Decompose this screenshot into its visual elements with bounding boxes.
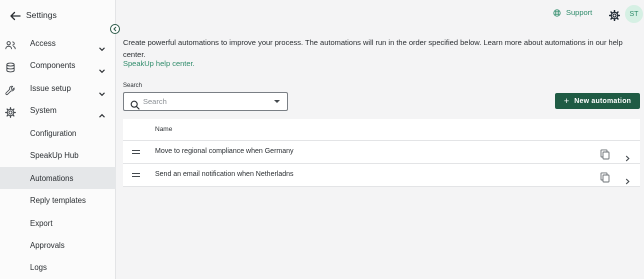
database-icon xyxy=(5,60,16,73)
sidebar-item-access[interactable]: Access xyxy=(0,33,116,55)
sidebar-subitem-label: SpeakUp Hub xyxy=(30,151,79,160)
settings-gear-icon[interactable] xyxy=(608,8,621,22)
chevron-right-icon[interactable] xyxy=(624,172,631,185)
new-automation-label: New automation xyxy=(574,97,632,105)
table-row[interactable]: Send an email notification when Netherla… xyxy=(123,164,640,187)
sidebar-item-system[interactable]: System xyxy=(0,100,116,122)
sidebar-subitem-label: Approvals xyxy=(30,241,65,250)
search-label: Search xyxy=(123,83,143,89)
sidebar-item-label: Components xyxy=(30,61,76,70)
sidebar-subitem-export[interactable]: Export xyxy=(0,212,116,234)
top-bar: Support ST xyxy=(116,0,644,29)
drag-handle-icon[interactable] xyxy=(132,173,140,178)
chevron-down-icon xyxy=(98,62,106,74)
sidebar-subitem-approvals[interactable]: Approvals xyxy=(0,234,116,256)
table-row[interactable]: Move to regional compliance when Germany xyxy=(123,141,640,164)
search-icon xyxy=(130,97,140,110)
automation-name: Send an email notification when Netherla… xyxy=(155,171,294,178)
back-arrow-icon[interactable] xyxy=(9,9,21,21)
sidebar-subitem-logs[interactable]: Logs xyxy=(0,256,116,278)
sidebar-subitem-label: Logs xyxy=(30,263,47,272)
chevron-right-icon[interactable] xyxy=(624,149,631,162)
search-field[interactable] xyxy=(123,92,288,111)
sidebar-item-label: Issue setup xyxy=(30,84,71,93)
sidebar-item-label: Access xyxy=(30,39,56,48)
chevron-down-icon xyxy=(98,40,106,52)
table-header: Name xyxy=(123,119,640,141)
sidebar-item-components[interactable]: Components xyxy=(0,55,116,77)
dropdown-caret-icon[interactable] xyxy=(274,100,280,103)
plus-icon: + xyxy=(563,95,570,106)
sidebar-subitem-configuration[interactable]: Configuration xyxy=(0,122,116,144)
sidebar-title: Settings xyxy=(26,10,57,20)
sidebar-item-label: System xyxy=(30,106,57,115)
sidebar: Settings Access Components Issue setup S… xyxy=(0,0,116,279)
sidebar-subitem-label: Automations xyxy=(30,174,74,183)
sidebar-subitem-label: Reply templates xyxy=(30,196,86,205)
chevron-down-icon xyxy=(98,85,106,97)
chevron-up-icon xyxy=(98,107,106,118)
sidebar-subitem-automations[interactable]: Automations xyxy=(0,167,116,189)
user-avatar[interactable]: ST xyxy=(625,5,643,23)
sidebar-subitem-label: Export xyxy=(30,219,53,228)
support-link[interactable]: Support xyxy=(553,8,592,17)
sidebar-item-issue-setup[interactable]: Issue setup xyxy=(0,78,116,100)
search-input[interactable] xyxy=(143,95,263,108)
intro-text: Create powerful automations to improve y… xyxy=(123,38,623,59)
users-icon xyxy=(5,38,16,50)
automation-name: Move to regional compliance when Germany xyxy=(155,148,294,155)
copy-icon[interactable] xyxy=(600,147,610,160)
help-center-link[interactable]: SpeakUp help center. xyxy=(123,59,195,68)
copy-icon[interactable] xyxy=(600,170,610,183)
wrench-icon xyxy=(5,83,16,96)
sidebar-subitem-reply-templates[interactable]: Reply templates xyxy=(0,189,116,211)
column-header-name: Name xyxy=(155,126,173,133)
sidebar-subitem-speakup-hub[interactable]: SpeakUp Hub xyxy=(0,144,116,166)
drag-handle-icon[interactable] xyxy=(132,150,140,155)
sidebar-subitem-label: Configuration xyxy=(30,129,77,138)
automations-table: Name Move to regional compliance when Ge… xyxy=(123,119,640,187)
gear-icon xyxy=(5,105,16,118)
support-label: Support xyxy=(566,8,593,17)
lifebuoy-icon xyxy=(553,8,561,17)
sidebar-header: Settings xyxy=(0,0,116,31)
collapse-sidebar-button[interactable] xyxy=(110,24,120,34)
chevron-left-icon xyxy=(113,26,117,32)
main-content: Create powerful automations to improve y… xyxy=(116,29,644,279)
new-automation-button[interactable]: + New automation xyxy=(555,93,640,109)
